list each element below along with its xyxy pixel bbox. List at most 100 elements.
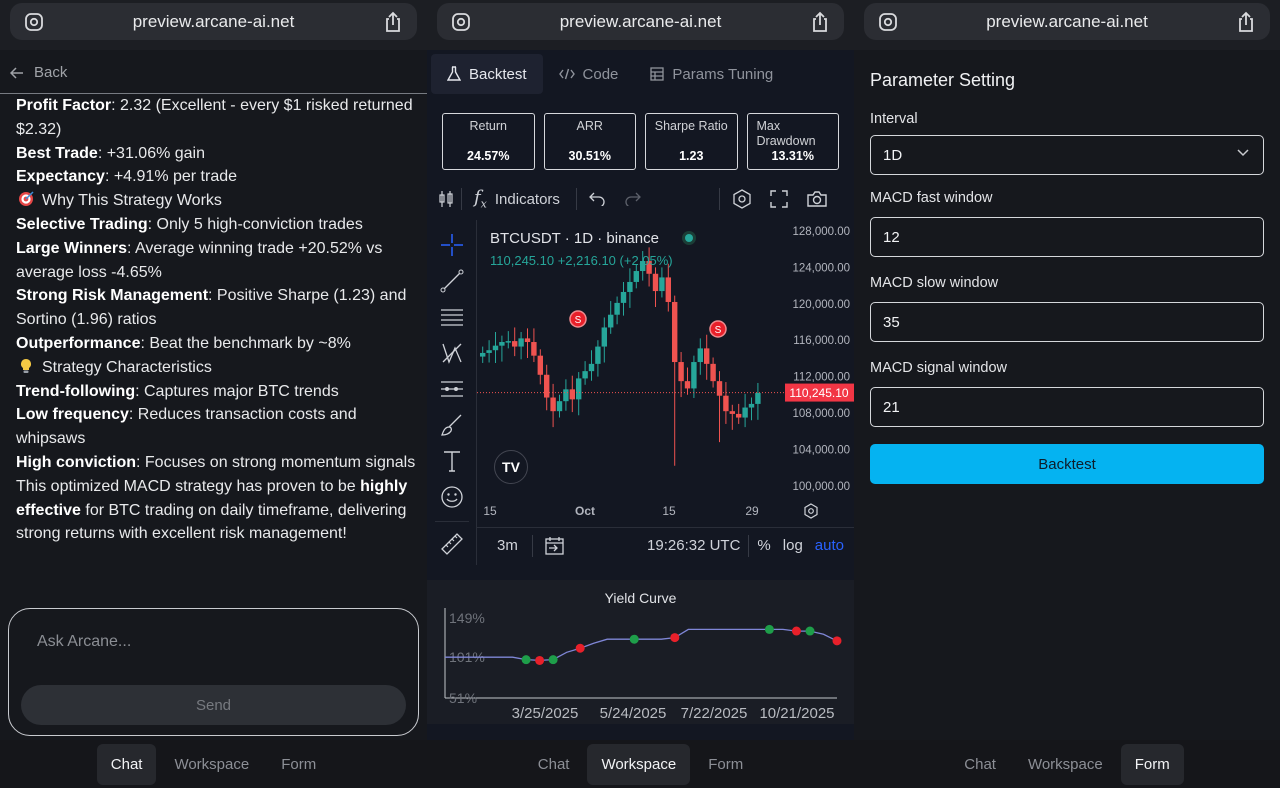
nav-tab-chat[interactable]: Chat [524,744,584,785]
tab-code[interactable]: Code [543,54,635,94]
macd-fast-input[interactable]: 12 [870,217,1264,257]
yield-y-tick: 149% [449,610,485,626]
flask-icon [447,66,461,81]
price-tick: 100,000.00 [792,481,850,493]
metric-value: 30.51% [568,149,611,163]
chat-line-text: : Captures major BTC trends [135,382,339,400]
log-toggle[interactable]: log [783,537,803,554]
redo-icon[interactable] [625,192,641,206]
candle-body [659,277,665,292]
price-tick: 104,000.00 [792,444,850,456]
fullscreen-icon[interactable] [770,190,788,208]
share-icon[interactable] [1236,11,1256,33]
fx-icon[interactable]: fx [474,187,487,211]
chat-closing: This optimized MACD strategy has proven … [16,475,417,546]
chat-message: Profit Factor: 2.32 (Excellent - every $… [16,94,417,546]
go-to-date-icon[interactable] [545,536,565,555]
nav-tab-form[interactable]: Form [694,744,757,785]
metric-arr: ARR 30.51% [543,113,636,170]
emoji-icon[interactable] [440,485,464,509]
trend-line-icon[interactable] [440,269,464,293]
interval-select[interactable]: 1D [870,135,1264,175]
utc-clock[interactable]: 19:26:32 UTC [647,537,740,554]
back-link[interactable]: Back [0,52,427,94]
url-pill[interactable]: preview.arcane-ai.net [864,3,1270,40]
nav-tab-form[interactable]: Form [1120,743,1184,785]
price-chart[interactable]: 128,000.00 124,000.00 120,000.00 116,000.00… [477,220,854,565]
candle-body [723,395,729,412]
nav-tab-workspace[interactable]: Workspace [1014,744,1117,785]
indicators-button[interactable]: Indicators [495,191,560,208]
candles-icon[interactable] [439,190,453,208]
candle-body [729,411,735,414]
send-button[interactable]: Send [21,685,406,725]
macd-slow-input[interactable]: 35 [870,302,1264,342]
site-settings-icon[interactable] [24,12,44,32]
interval-value: 1D [883,146,903,164]
tradingview-logo: TV [494,450,528,484]
chart-settings-icon[interactable] [803,503,819,519]
url-text: preview.arcane-ai.net [986,11,1148,31]
chat-input[interactable]: Ask Arcane... [37,633,131,651]
url-pill[interactable]: preview.arcane-ai.net [437,3,844,40]
metric-label: Return [469,119,508,133]
yield-y-tick: 51% [449,690,477,706]
buy-marker [764,624,774,634]
nav-tab-chat[interactable]: Chat [950,744,1010,785]
chat-line: Large Winners: Average winning trade +20… [16,237,417,285]
time-tick: Oct [575,504,595,518]
nav-tab-form[interactable]: Form [267,744,330,785]
auto-toggle[interactable]: auto [815,537,844,554]
candle-body [524,338,531,343]
brush-icon[interactable] [440,413,464,437]
horizontal-lines-icon[interactable] [440,305,464,329]
macd-signal-input[interactable]: 21 [870,387,1264,427]
tab-backtest[interactable]: Backtest [431,54,543,94]
candle-body [691,362,697,389]
sell-marker [832,636,842,646]
candle-body [652,273,659,292]
chart-symbol: BTCUSDT · 1D · binance [490,230,659,247]
range-button[interactable]: 3m [497,537,518,554]
nav-tab-workspace[interactable]: Workspace [160,744,263,785]
share-icon[interactable] [383,11,403,33]
camera-icon[interactable] [806,190,828,208]
site-settings-icon[interactable] [878,12,898,32]
share-icon[interactable] [810,11,830,33]
nav-tab-workspace[interactable]: Workspace [587,743,691,785]
text-icon[interactable] [440,449,464,473]
buy-marker [805,626,815,636]
sell-marker [535,655,545,665]
bottom-nav: Chat Workspace Form [0,740,427,788]
chat-line-term: Best Trade [16,144,98,162]
site-settings-icon[interactable] [451,12,471,32]
candle-body [672,301,678,363]
undo-icon[interactable] [589,192,605,206]
candle-body [563,389,569,402]
yield-line [445,628,838,662]
ruler-icon[interactable] [440,532,464,556]
nav-tab-chat[interactable]: Chat [96,743,157,785]
candle-body [499,342,505,346]
workspace-tabs: Backtest Code Params Tuning [427,52,854,96]
pattern-icon[interactable] [440,341,464,365]
backtest-button[interactable]: Backtest [870,444,1264,484]
crosshair-icon[interactable] [440,233,464,257]
yield-curve-card: Yield Curve 149% 101% 51% 3/25/2025 5/24/202… [427,580,854,724]
url-text: preview.arcane-ai.net [559,11,722,31]
bottom-nav: Chat Workspace Form [427,740,854,788]
candle-body [582,371,588,379]
candle-body [518,338,524,347]
candle-body [742,407,748,418]
live-indicator-dot [685,234,693,242]
tab-params-tuning[interactable]: Params Tuning [634,54,789,94]
url-pill[interactable]: preview.arcane-ai.net [10,3,417,40]
forecast-icon[interactable] [440,377,464,401]
candle-body [505,341,511,343]
code-icon [558,68,575,80]
chat-line: Strategy Characteristics [16,356,417,380]
metric-label: ARR [576,119,603,133]
percent-toggle[interactable]: % [757,537,770,554]
settings-icon[interactable] [732,189,752,209]
buy-marker [521,655,531,665]
